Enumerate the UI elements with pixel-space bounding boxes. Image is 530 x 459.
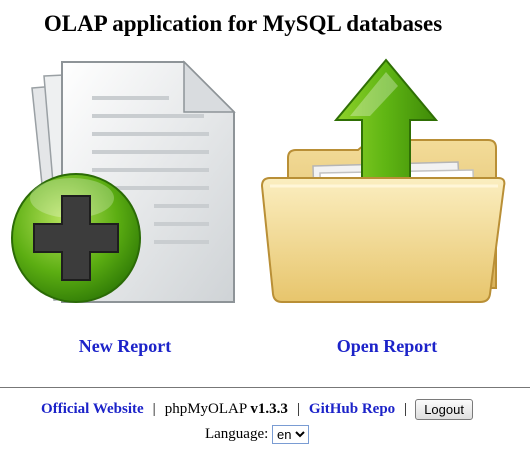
page-title: OLAP application for MySQL databases: [43, 11, 443, 36]
open-report-link[interactable]: Open Report: [258, 336, 516, 357]
product-name: phpMyOLAP: [164, 401, 251, 417]
footer-separator: |: [296, 401, 300, 417]
language-label: Language:: [204, 426, 269, 442]
new-report-tile[interactable]: New Report: [4, 58, 254, 368]
footer-separator: |: [404, 401, 408, 417]
footer-separator: |: [152, 401, 156, 417]
language-row: Language: en: [0, 423, 514, 445]
new-document-plus-icon[interactable]: [4, 58, 254, 308]
logout-button[interactable]: Logout: [415, 399, 473, 421]
official-website-link[interactable]: Official Website: [41, 401, 144, 417]
footer: Official Website | phpMyOLAP v1.3.3 | GitHub…: [0, 398, 514, 421]
open-report-tile[interactable]: Open Report: [258, 58, 508, 368]
footer-divider: [0, 387, 530, 388]
language-select[interactable]: en: [272, 425, 310, 445]
new-report-link[interactable]: New Report: [0, 336, 250, 357]
github-repo-link[interactable]: GitHub Repo: [309, 401, 395, 417]
page: OLAP application for MySQL databases New…: [0, 0, 530, 459]
open-folder-arrow-icon[interactable]: [258, 58, 508, 308]
version-label: v1.3.3: [250, 401, 288, 417]
